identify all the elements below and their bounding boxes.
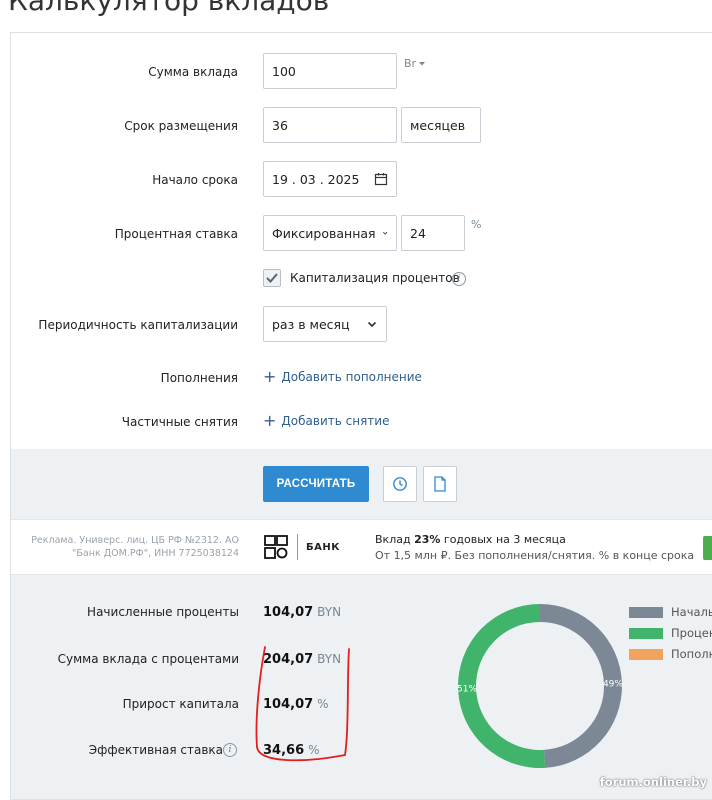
rate-input[interactable]: 24 bbox=[401, 215, 465, 251]
legend-label: Началь bbox=[671, 605, 712, 619]
add-deposit-link[interactable]: + Добавить пополнение bbox=[263, 369, 422, 385]
growth-label: Прирост капитала bbox=[122, 697, 239, 711]
calculator-card: Сумма вклада 100 Br Срок размещения 36 м… bbox=[10, 32, 712, 800]
interest-number: 104,07 bbox=[263, 605, 314, 620]
rate-type-select[interactable]: Фиксированная bbox=[263, 215, 397, 251]
donut-label-1: 51% bbox=[457, 684, 477, 694]
start-date-value: 19 . 03 . 2025 bbox=[272, 171, 360, 187]
interest-value: 104,07 BYN bbox=[263, 605, 341, 620]
legend-item-deposits: Пополн bbox=[629, 647, 712, 661]
legend-swatch bbox=[629, 606, 663, 618]
donut-label-0: 49% bbox=[603, 680, 623, 690]
withdrawals-label: Частичные снятия bbox=[121, 415, 238, 429]
periodicity-value: раз в месяц bbox=[272, 316, 350, 332]
ad-disclaimer: Реклама. Универс. лиц. ЦБ РФ №2312. АО "… bbox=[31, 535, 239, 559]
rate-unit: % bbox=[471, 218, 482, 231]
history-button[interactable] bbox=[383, 466, 417, 502]
add-deposit-label: Добавить пополнение bbox=[281, 370, 422, 384]
plus-icon: + bbox=[263, 367, 277, 386]
bank-logo: БАНК bbox=[263, 534, 340, 560]
periodicity-label: Периодичность капитализации bbox=[38, 318, 238, 332]
start-date-input[interactable]: 19 . 03 . 2025 bbox=[263, 161, 397, 197]
ad-subline: От 1,5 млн ₽. Без пополнения/снятия. % в… bbox=[375, 549, 695, 562]
legend-label: Пополн bbox=[671, 647, 712, 661]
ad-cta-button[interactable] bbox=[703, 536, 712, 560]
term-input[interactable]: 36 bbox=[263, 107, 397, 143]
ad-banner[interactable]: Реклама. Универс. лиц. ЦБ РФ №2312. АО "… bbox=[11, 519, 712, 575]
document-button[interactable] bbox=[423, 466, 457, 502]
currency-label: Br bbox=[404, 57, 417, 70]
results-panel: Начисленные проценты 104,07 BYN Сумма вкл… bbox=[11, 575, 712, 799]
legend-swatch bbox=[629, 627, 663, 639]
red-annotation-bracket bbox=[255, 646, 350, 762]
document-icon bbox=[434, 476, 446, 492]
clock-icon bbox=[393, 477, 407, 491]
watermark: forum.onliner.by bbox=[599, 775, 707, 789]
donut-chart: 49% 51% bbox=[457, 604, 623, 768]
add-withdrawal-link[interactable]: + Добавить снятие bbox=[263, 413, 389, 429]
legend-label: Процен bbox=[671, 626, 712, 640]
info-icon[interactable]: i bbox=[223, 743, 237, 757]
start-label: Начало срока bbox=[152, 173, 238, 187]
ad-rate: 23% bbox=[414, 533, 441, 546]
rate-label: Процентная ставка bbox=[114, 227, 238, 241]
chevron-down-icon bbox=[382, 231, 387, 235]
currency-dropdown[interactable]: Br bbox=[404, 57, 426, 70]
bank-word: БАНК bbox=[306, 541, 340, 553]
capitalization-label: Капитализация процентов bbox=[290, 271, 460, 285]
add-withdrawal-label: Добавить снятие bbox=[281, 414, 390, 428]
legend-swatch bbox=[629, 648, 663, 660]
ad-text: Вклад 23% годовых на 3 месяца От 1,5 млн… bbox=[375, 532, 694, 564]
effective-label: Эффективная ставка bbox=[88, 743, 223, 757]
chevron-down-icon bbox=[471, 124, 472, 126]
periodicity-select[interactable]: раз в месяц bbox=[263, 306, 387, 342]
ad-headline-pre: Вклад bbox=[375, 533, 415, 546]
dom-rf-logo-icon bbox=[264, 535, 288, 559]
info-icon[interactable]: i bbox=[452, 272, 466, 286]
amount-input[interactable]: 100 bbox=[263, 53, 397, 89]
term-unit-select[interactable]: месяцев bbox=[401, 107, 481, 143]
logo-separator bbox=[297, 534, 298, 560]
amount-label: Сумма вклада bbox=[148, 65, 238, 79]
legend-item-initial: Началь bbox=[629, 605, 712, 619]
rate-type-value: Фиксированная bbox=[272, 225, 376, 241]
capitalization-checkbox[interactable] bbox=[263, 269, 281, 287]
chevron-down-icon bbox=[367, 321, 377, 328]
total-label: Сумма вклада с процентами bbox=[57, 652, 239, 666]
interest-unit: BYN bbox=[317, 605, 342, 619]
term-label: Срок размещения bbox=[124, 119, 238, 133]
checkmark-icon bbox=[266, 273, 278, 283]
plus-icon: + bbox=[263, 411, 277, 430]
calendar-icon[interactable] bbox=[374, 172, 388, 186]
caret-down-icon bbox=[419, 61, 426, 65]
calculate-button[interactable]: РАССЧИТАТЬ bbox=[263, 466, 369, 502]
interest-label: Начисленные проценты bbox=[87, 605, 239, 619]
action-bar: РАССЧИТАТЬ bbox=[11, 449, 712, 519]
page-title: Калькулятор вкладов bbox=[8, 0, 330, 17]
ad-headline: Вклад 23% годовых на 3 месяца bbox=[375, 532, 694, 548]
deposits-label: Пополнения bbox=[160, 371, 238, 385]
term-unit-value: месяцев bbox=[410, 117, 466, 133]
ad-headline-post: годовых на 3 месяца bbox=[440, 533, 566, 546]
legend-item-interest: Процен bbox=[629, 626, 712, 640]
